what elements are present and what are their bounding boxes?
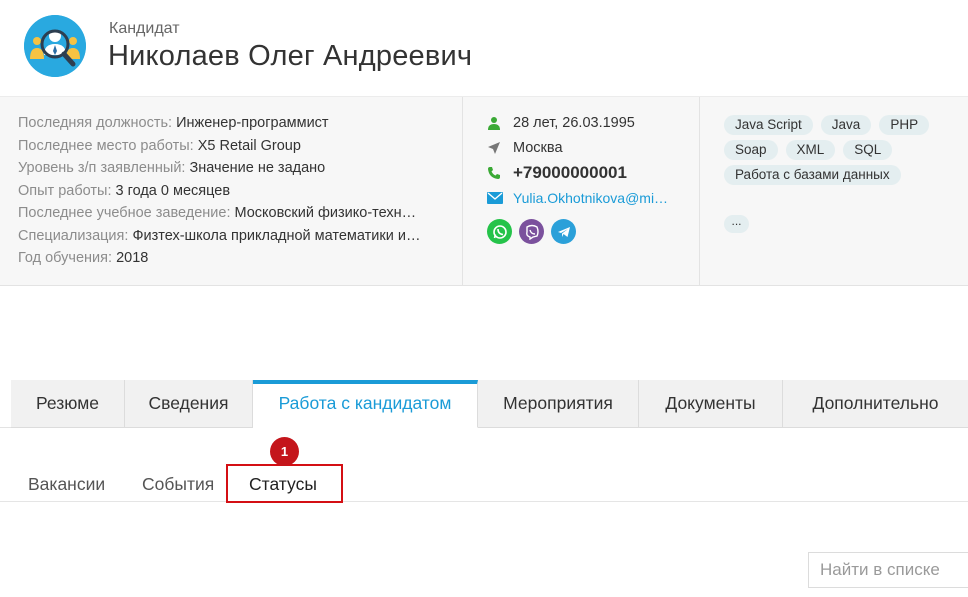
candidate-search-avatar-icon (24, 15, 86, 77)
subtab-vacancies[interactable]: Вакансии (28, 474, 105, 495)
skill-tag[interactable]: Soap (724, 140, 778, 160)
email-link[interactable]: Yulia.Okhotnikova@mi… (513, 190, 677, 206)
skill-tags: Java Script Java PHP Soap XML SQL Работа… (724, 115, 954, 185)
field-value: Инженер-программист (176, 115, 329, 131)
contact-email[interactable]: Yulia.Okhotnikova@mi… (487, 185, 687, 210)
field-value: Значение не задано (189, 160, 326, 176)
column-divider (699, 97, 700, 286)
contact-city: Москва (487, 135, 687, 160)
column-divider (462, 97, 463, 286)
contact-phone[interactable]: +79000000001 (487, 160, 687, 185)
skill-tag[interactable]: SQL (843, 140, 893, 160)
field-label: Специализация: (18, 227, 129, 244)
candidate-info-panel: Последняя должность: Инженер-программист… (0, 96, 968, 286)
phone-text[interactable]: +79000000001 (513, 163, 627, 183)
skill-tag[interactable]: Java Script (724, 115, 813, 135)
profile-row-position: Последняя должность: Инженер-программист (18, 112, 448, 135)
field-value: 3 года 0 месяцев (115, 182, 231, 199)
field-value: Физтех-школа прикладной математики и… (132, 227, 421, 244)
field-label: Последнее место работы: (18, 137, 194, 154)
skill-tag[interactable]: XML (785, 140, 836, 160)
candidate-name: Николаев Олег Андреевич (108, 40, 473, 72)
field-label: Последнее учебное заведение: (18, 205, 231, 221)
viber-icon[interactable] (519, 219, 544, 244)
profile-details: Последняя должность: Инженер-программист… (18, 112, 448, 270)
subtab-events[interactable]: События (142, 474, 214, 495)
field-value: X5 Retail Group (197, 137, 301, 154)
profile-row-experience: Опыт работы: 3 года 0 месяцев (18, 180, 448, 203)
profile-row-study-year: Год обучения: 2018 (18, 247, 448, 270)
profile-row-specialization: Специализация: Физтех-школа прикладной м… (18, 225, 448, 248)
profile-row-workplace: Последнее место работы: X5 Retail Group (18, 135, 448, 158)
field-value: 2018 (116, 250, 149, 266)
tab-details[interactable]: Сведения (125, 380, 253, 428)
person-icon (487, 116, 513, 130)
tab-candidate-work[interactable]: Работа с кандидатом (253, 380, 478, 428)
tab-events[interactable]: Мероприятия (478, 380, 639, 428)
annotation-badge: 1 (270, 437, 299, 466)
skills-block: Java Script Java PHP Soap XML SQL Работа… (724, 115, 954, 233)
tab-resume[interactable]: Резюме (11, 380, 125, 428)
field-label: Последняя должность: (18, 115, 173, 131)
contact-age: 28 лет, 26.03.1995 (487, 110, 687, 135)
field-label: Опыт работы: (18, 182, 112, 199)
field-value: Московский физико-техн… (234, 205, 417, 221)
candidate-header: Кандидат Николаев Олег Андреевич (0, 0, 968, 96)
profile-row-education: Последнее учебное заведение: Московский … (18, 202, 448, 225)
telegram-icon[interactable] (551, 219, 576, 244)
envelope-icon (487, 191, 513, 204)
more-skills-button[interactable]: ... (724, 215, 749, 233)
search-input[interactable] (808, 552, 968, 588)
messenger-links (487, 219, 576, 244)
sub-tabs: Вакансии События Статусы (0, 466, 968, 502)
skill-tag[interactable]: Java (820, 115, 872, 135)
whatsapp-icon[interactable] (487, 219, 512, 244)
field-label: Год обучения: (18, 250, 113, 266)
age-text: 28 лет, 26.03.1995 (513, 114, 635, 131)
highlight-box (226, 464, 343, 503)
skill-tag[interactable]: PHP (879, 115, 930, 135)
candidate-kind-label: Кандидат (109, 20, 180, 37)
city-text: Москва (513, 139, 563, 156)
phone-icon (487, 166, 513, 180)
field-label: Уровень з/п заявленный: (18, 160, 186, 176)
profile-row-salary: Уровень з/п заявленный: Значение не зада… (18, 157, 448, 180)
tab-documents[interactable]: Документы (639, 380, 783, 428)
contact-details: 28 лет, 26.03.1995 Москва +79000000001 Y… (487, 110, 687, 244)
main-tabs: Резюме Сведения Работа с кандидатом Меро… (11, 380, 968, 428)
skill-tag[interactable]: Работа с базами данных (724, 165, 901, 185)
location-arrow-icon (487, 141, 513, 155)
tab-additional[interactable]: Дополнительно (783, 380, 968, 428)
